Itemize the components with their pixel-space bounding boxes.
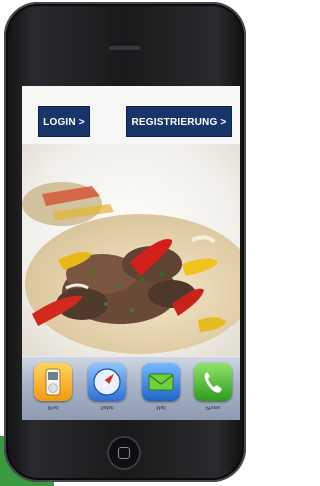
earpiece-speaker — [108, 44, 142, 50]
envelope-icon — [148, 373, 174, 391]
home-button[interactable] — [107, 436, 141, 470]
mail-label: Mail — [156, 404, 166, 410]
app-dock: iPod Safari Mail Phone — [22, 356, 240, 420]
safari-app-icon[interactable] — [88, 363, 126, 401]
phone-frame: LOGIN > REGISTRIERUNG > iPod Safari Mail… — [4, 2, 246, 482]
compass-icon — [93, 368, 121, 396]
phone-screen: LOGIN > REGISTRIERUNG > iPod Safari Mail… — [22, 86, 240, 420]
phone-handset-icon — [204, 372, 222, 393]
home-square-icon — [118, 447, 130, 459]
mail-app-icon[interactable] — [142, 363, 180, 401]
ipod-icon — [45, 368, 61, 396]
safari-label: Safari — [100, 404, 114, 410]
food-photo — [22, 144, 240, 358]
register-button[interactable]: REGISTRIERUNG > — [126, 106, 232, 137]
login-button[interactable]: LOGIN > — [38, 106, 90, 137]
phone-label: Phone — [205, 404, 221, 410]
phone-app-icon[interactable] — [194, 363, 232, 401]
ipod-app-icon[interactable] — [34, 363, 72, 401]
ipod-label: iPod — [47, 404, 58, 410]
